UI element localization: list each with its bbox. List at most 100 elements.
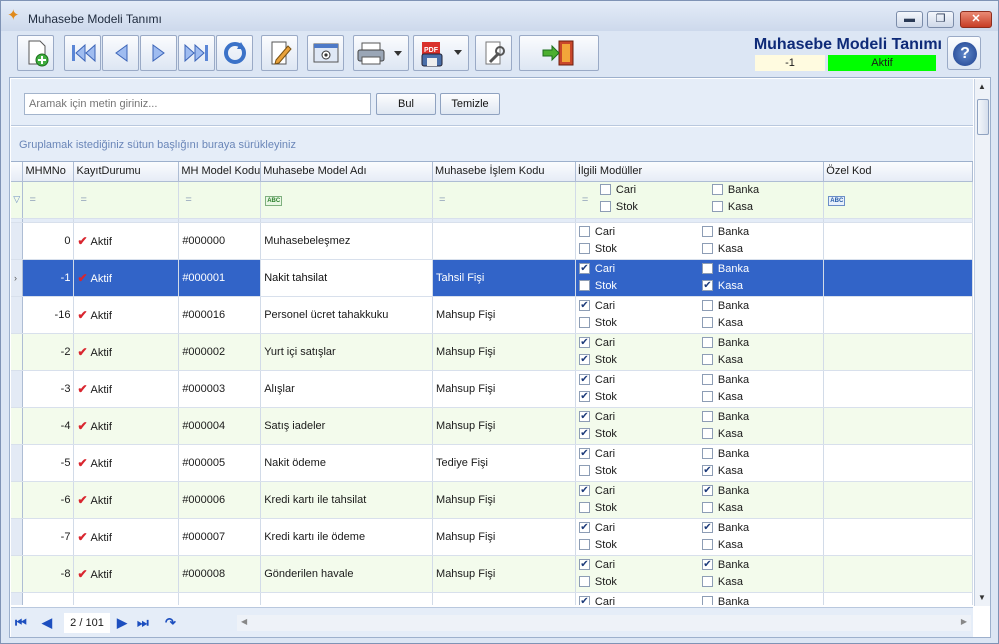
cell-model-kodu[interactable]: #000002 [178, 333, 262, 371]
module-check-kasa[interactable]: Kasa [701, 243, 743, 255]
cell-model-adi[interactable]: Nakit ödeme [260, 444, 434, 482]
module-check-stok[interactable]: Stok [578, 243, 617, 255]
cell-islem-kodu[interactable]: Mahsup Fişi [432, 555, 576, 593]
cell-kayitdurumu[interactable]: ✔Aktif [73, 555, 180, 593]
cell-mhmno[interactable]: -7 [22, 518, 75, 556]
cell-ozel-kod[interactable] [823, 555, 973, 593]
table-row[interactable]: 0 ✔ Aktif #000000 Muhasebeleşmez Cari Stok Bank… [11, 222, 973, 260]
cell-ozel-kod[interactable] [823, 370, 973, 408]
cell-model-kodu[interactable]: #000005 [178, 444, 262, 482]
module-check-kasa[interactable]: Kasa [701, 428, 743, 440]
cell-model-kodu[interactable]: #000006 [178, 481, 262, 519]
cell-ilgili-moduller[interactable]: ✔ Cari Stok ✔ Banka Kasa [575, 555, 825, 593]
module-check-banka[interactable]: Banka [701, 448, 749, 460]
horizontal-scrollbar[interactable]: ◀ ▶ [237, 615, 971, 631]
cell-mhmno[interactable]: -2 [22, 333, 75, 371]
cell-islem-kodu[interactable]: Mahsup Fişi [432, 481, 576, 519]
filter-moduller[interactable]: = Cari Stok Banka Kasa [575, 181, 825, 219]
cell-islem-kodu[interactable]: Tahsil Fişi [432, 259, 576, 297]
cell-model-kodu[interactable]: #000016 [178, 296, 262, 334]
module-check-kasa[interactable]: Kasa [701, 539, 743, 551]
scroll-thumb[interactable] [977, 99, 989, 135]
cell-mhmno[interactable]: -16 [22, 296, 75, 334]
module-check-cari[interactable]: Cari [578, 226, 615, 238]
row-indicator[interactable] [11, 333, 24, 371]
nav-prev-icon[interactable]: ◀ [42, 615, 52, 631]
filter-model-kodu[interactable]: = [178, 181, 262, 219]
module-check-stok[interactable]: Stok [578, 280, 617, 292]
module-check-cari[interactable]: ✔ Cari [578, 485, 615, 497]
module-check-cari[interactable]: ✔ Cari [578, 300, 615, 312]
cell-kayitdurumu[interactable]: ✔Aktif [73, 222, 180, 260]
module-check-cari[interactable]: ✔ Cari [578, 448, 615, 460]
module-check-banka[interactable]: ✔ Banka [701, 522, 749, 534]
cell-islem-kodu[interactable]: Mahsup Fişi [432, 333, 576, 371]
module-check-banka[interactable]: Banka [701, 300, 749, 312]
filter-icon[interactable]: ▽ [11, 181, 24, 219]
module-check-banka[interactable]: ✔ Banka [701, 559, 749, 571]
module-check-cari[interactable]: ✔ Cari [578, 596, 615, 605]
module-check-cari[interactable]: ✔ Cari [578, 522, 615, 534]
find-button[interactable]: Bul [376, 93, 436, 115]
cell-model-kodu[interactable]: #000009 [178, 592, 262, 605]
scroll-left-icon[interactable]: ◀ [241, 617, 247, 626]
row-indicator[interactable]: › [11, 259, 24, 297]
cell-ozel-kod[interactable] [823, 222, 973, 260]
module-check-kasa[interactable]: Kasa [701, 502, 743, 514]
table-row[interactable]: -16 ✔ Aktif #000016 Personel ücret tahakkuku… [11, 296, 973, 334]
row-indicator[interactable] [11, 222, 24, 260]
cell-kayitdurumu[interactable]: ✔Aktif [73, 259, 180, 297]
cell-ilgili-moduller[interactable]: ✔ Cari ✔ Stok Banka Kasa [575, 407, 825, 445]
cell-model-adi[interactable]: Alınan havale [260, 592, 434, 605]
cell-ilgili-moduller[interactable]: ✔ Cari ✔ Stok Banka Kasa [575, 333, 825, 371]
cell-ilgili-moduller[interactable]: ✔CariStokBankaKasa [575, 592, 825, 605]
cell-islem-kodu[interactable]: Mahsup Fişi [432, 518, 576, 556]
row-indicator[interactable] [11, 370, 24, 408]
cell-model-adi[interactable]: Muhasebeleşmez [260, 222, 434, 260]
cell-model-adi[interactable]: Alışlar [260, 370, 434, 408]
filter-mhmno[interactable]: = [22, 181, 75, 219]
cell-ilgili-moduller[interactable]: Cari Stok Banka Kasa [575, 222, 825, 260]
cell-mhmno[interactable]: -8 [22, 555, 75, 593]
next-record-button[interactable] [140, 35, 177, 71]
module-check-stok[interactable]: Stok [578, 539, 617, 551]
cell-ozel-kod[interactable] [823, 333, 973, 371]
vertical-scrollbar[interactable]: ▲ ▼ [974, 79, 990, 606]
cell-model-kodu[interactable]: #000004 [178, 407, 262, 445]
module-check-banka[interactable]: Banka [701, 374, 749, 386]
module-check-stok[interactable]: Stok [578, 465, 617, 477]
cell-islem-kodu[interactable]: Mahsup Fişi [432, 592, 576, 605]
previous-record-button[interactable] [102, 35, 139, 71]
preview-button[interactable] [307, 35, 344, 71]
table-row[interactable]: -6 ✔ Aktif #000006 Kredi kartı ile tahsilat M… [11, 481, 973, 519]
cell-mhmno[interactable]: -1 [22, 259, 75, 297]
filter-model-adi[interactable]: ABC [260, 181, 434, 219]
cell-kayitdurumu[interactable]: ✔Aktif [73, 481, 180, 519]
table-row[interactable]: › -1 ✔ Aktif #000001 Nakit tahsilat Tahsil Fiş… [11, 258, 973, 297]
module-check-stok[interactable]: Stok [578, 317, 617, 329]
cell-islem-kodu[interactable]: Mahsup Fişi [432, 370, 576, 408]
cell-model-adi[interactable]: Satış iadeler [260, 407, 434, 445]
minimize-button[interactable]: ▬ [896, 11, 923, 28]
cell-islem-kodu[interactable]: Tediye Fişi [432, 444, 576, 482]
column-header-mhmno[interactable]: MHMNo [22, 162, 75, 182]
cell-islem-kodu[interactable]: Mahsup Fişi [432, 296, 576, 334]
column-header-model-adi[interactable]: Muhasebe Model Adı [260, 162, 434, 182]
module-check-banka[interactable]: ✔ Banka [701, 485, 749, 497]
cell-mhmno[interactable]: -9 [22, 592, 75, 605]
cell-islem-kodu[interactable] [432, 222, 576, 260]
row-indicator[interactable] [11, 518, 24, 556]
module-check-stok[interactable]: ✔ Stok [578, 391, 617, 403]
cell-islem-kodu[interactable]: Mahsup Fişi [432, 407, 576, 445]
cell-ozel-kod[interactable] [823, 259, 973, 297]
clear-button[interactable]: Temizle [440, 93, 500, 115]
row-indicator[interactable] [11, 592, 24, 605]
module-check-cari[interactable]: ✔ Cari [578, 337, 615, 349]
filter-ozel-kod[interactable]: ABC [823, 181, 973, 219]
column-header-kayitdurumu[interactable]: KayıtDurumu [73, 162, 180, 182]
nav-last-icon[interactable]: ⏭ [137, 615, 149, 631]
cell-ilgili-moduller[interactable]: ✔ Cari ✔ Stok Banka Kasa [575, 370, 825, 408]
filter-kayitdurumu[interactable]: = [73, 181, 180, 219]
cell-ozel-kod[interactable] [823, 407, 973, 445]
filter-check-cari[interactable]: Cari [599, 184, 636, 196]
